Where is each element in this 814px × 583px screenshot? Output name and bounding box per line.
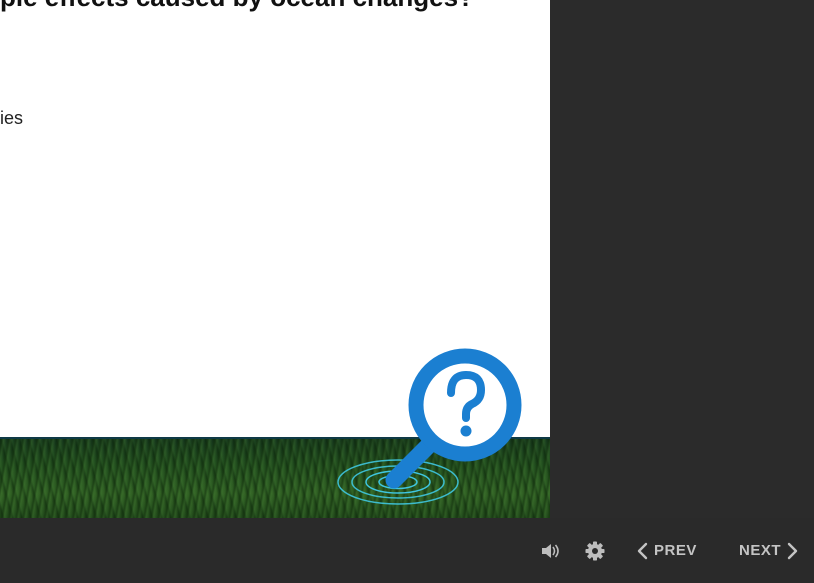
slide-body-text: ies: [0, 108, 24, 128]
slide-canvas: ple effects caused by ocean changes? ies: [0, 0, 550, 518]
next-button[interactable]: NEXT: [739, 518, 799, 583]
next-label: NEXT: [739, 542, 782, 559]
settings-button[interactable]: [583, 518, 607, 583]
gear-icon: [585, 541, 605, 560]
chevron-right-icon: [787, 542, 798, 559]
chevron-left-icon: [637, 542, 648, 559]
magnifier-question-icon: [337, 348, 522, 505]
prev-label: PREV: [654, 542, 697, 559]
player-window: ple effects caused by ocean changes? ies: [0, 0, 814, 583]
prev-button[interactable]: PREV: [636, 518, 697, 583]
slide-title: ple effects caused by ocean changes?: [0, 0, 550, 12]
volume-icon: [542, 543, 559, 558]
volume-button[interactable]: [538, 518, 562, 583]
player-control-bar: PREV NEXT: [0, 518, 814, 583]
